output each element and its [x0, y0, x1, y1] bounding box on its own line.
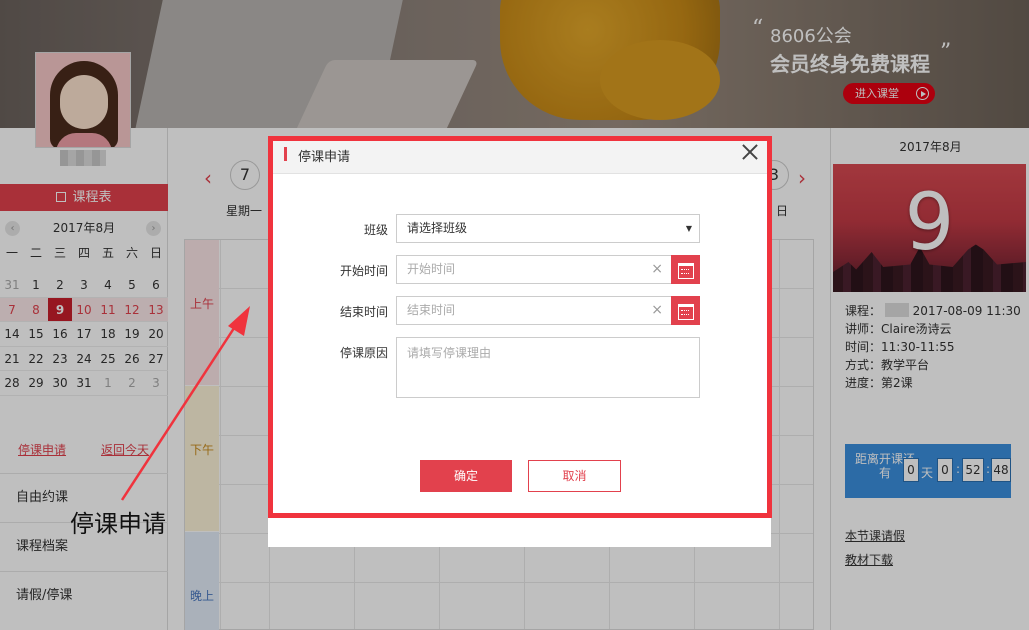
end-time-input[interactable]: 结束时间 × — [396, 296, 700, 325]
reason-textarea[interactable]: 请填写停课理由 — [396, 337, 700, 398]
end-time-placeholder: 结束时间 — [407, 303, 456, 317]
start-time-label: 开始时间 — [339, 264, 388, 278]
start-calendar-icon[interactable] — [671, 255, 700, 284]
chevron-down-icon: ▼ — [685, 224, 692, 233]
class-select[interactable]: 请选择班级 ▼ — [396, 214, 700, 243]
stop-class-dialog: 停课申请 班级 请选择班级 ▼ 开始时间 开始时间 × 结束时间 结束时间 × … — [268, 136, 771, 547]
clear-start-icon[interactable]: × — [651, 256, 663, 283]
close-icon[interactable] — [741, 143, 759, 161]
start-time-placeholder: 开始时间 — [407, 262, 456, 276]
start-time-input[interactable]: 开始时间 × — [396, 255, 700, 284]
cancel-button[interactable]: 取消 — [528, 460, 621, 492]
annotation-arrow — [120, 306, 250, 501]
class-label: 班级 — [363, 223, 388, 237]
confirm-button[interactable]: 确定 — [420, 460, 512, 492]
annotation-label: 停课申请 — [70, 510, 166, 538]
dialog-title: 停课申请 — [298, 150, 351, 165]
end-calendar-icon[interactable] — [671, 296, 700, 325]
reason-label: 停课原因 — [339, 346, 388, 360]
class-select-value: 请选择班级 — [407, 221, 468, 235]
dialog-title-marker — [284, 147, 287, 161]
dialog-header: 停课申请 — [268, 136, 771, 174]
clear-end-icon[interactable]: × — [651, 297, 663, 324]
end-time-label: 结束时间 — [339, 305, 388, 319]
